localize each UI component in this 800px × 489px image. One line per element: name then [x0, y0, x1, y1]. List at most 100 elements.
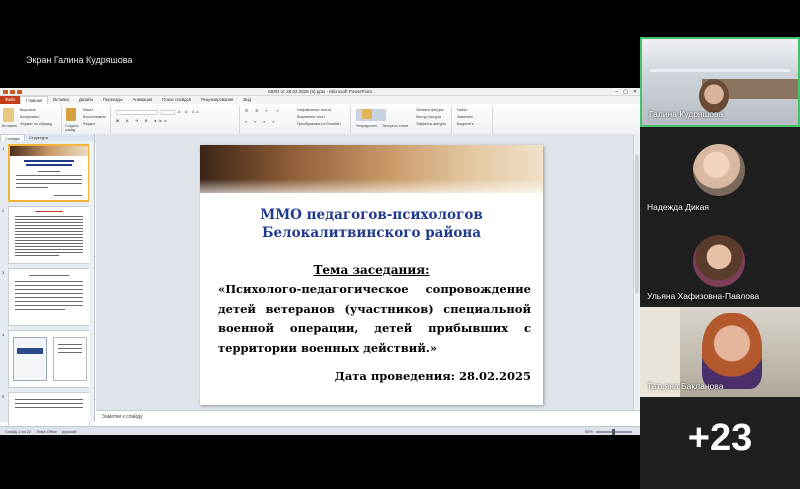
tab-animation[interactable]: Анимация: [128, 96, 158, 104]
slide-thumbnail-row[interactable]: 3: [0, 268, 95, 330]
minimize-icon[interactable]: ‒: [615, 89, 618, 95]
tab-transitions[interactable]: Переходы: [98, 96, 128, 104]
thumbnail-line: [15, 222, 83, 223]
language-indicator[interactable]: русский: [62, 429, 76, 434]
paste-button[interactable]: Вставить: [2, 124, 17, 128]
current-slide[interactable]: ММО педагогов-психологов Белокалитвинско…: [200, 145, 543, 405]
zoom-slider-knob[interactable]: [612, 428, 615, 435]
slide-topic-body[interactable]: «Психолого-педагогическое сопровождение …: [218, 280, 531, 358]
list-buttons[interactable]: ☰ ☰ ⇤ ⇥: [245, 109, 281, 113]
banner-fade: [200, 179, 543, 201]
participant-avatar: [693, 235, 745, 287]
more-participants-tile[interactable]: +23: [640, 397, 800, 489]
arrange-button[interactable]: Упорядочить: [356, 124, 377, 128]
cut-button[interactable]: Вырезать: [20, 108, 36, 112]
slide-thumbnail[interactable]: [8, 206, 90, 264]
paste-icon[interactable]: [3, 108, 14, 122]
thumbnail-line: [15, 219, 83, 220]
zoom-level[interactable]: 55%: [585, 429, 593, 434]
tab-file[interactable]: Файл: [0, 96, 21, 104]
participant-name: Галина Кудряшова: [649, 109, 724, 119]
slide-thumbnail-row[interactable]: 2: [0, 206, 95, 268]
arrange-icon[interactable]: [362, 109, 372, 119]
slide-thumbnail-row[interactable]: 4: [0, 330, 95, 392]
tab-slideshow[interactable]: Показ слайдов: [157, 96, 196, 104]
slide-number: 3: [2, 270, 5, 275]
maximize-icon[interactable]: ▢: [623, 89, 628, 95]
slide-thumbnail-row[interactable]: 1: [0, 144, 95, 206]
new-slide-icon[interactable]: [66, 108, 76, 121]
quick-styles-button[interactable]: Экспресс-стили: [382, 124, 408, 128]
font-name-box[interactable]: [116, 110, 158, 115]
thumbnail-line: [26, 164, 72, 166]
text-direction-button[interactable]: Направление текста: [297, 108, 331, 112]
slide-date[interactable]: Дата проведения: 28.02.2025: [335, 369, 531, 383]
tab-home[interactable]: Главная: [20, 96, 49, 104]
slide-topic-heading[interactable]: Тема заседания:: [200, 263, 543, 277]
tab-view[interactable]: Вид: [238, 96, 256, 104]
thumbnail-line: [29, 275, 69, 276]
close-icon[interactable]: ✕: [633, 89, 637, 95]
slides-pane-tabs: Слайды Структура: [0, 134, 94, 141]
select-button[interactable]: Выделить: [457, 122, 474, 126]
slide-thumbnail[interactable]: [8, 268, 90, 326]
thumbnail-line: [15, 281, 83, 282]
participant-video: [702, 313, 762, 389]
thumbnail-line: [15, 216, 83, 217]
format-painter-button[interactable]: Формат по образцу: [20, 122, 52, 126]
slide-number: 2: [2, 208, 5, 213]
thumbnail-line: [15, 234, 83, 235]
thumbnail-line: [58, 348, 82, 349]
tab-review[interactable]: Рецензирование: [196, 96, 238, 104]
align-buttons[interactable]: ≡ ≡ ≡ ≡: [245, 120, 277, 124]
vertical-scrollbar[interactable]: [633, 134, 640, 412]
slide-title[interactable]: ММО педагогов-психологов Белокалитвинско…: [200, 206, 543, 242]
slide-number: 4: [2, 332, 5, 337]
slide-thumbnail[interactable]: [8, 144, 90, 202]
thumbnail-line: [15, 399, 83, 400]
participant-name: Надежда Дикая: [647, 202, 709, 212]
tab-slides[interactable]: Слайды: [0, 134, 25, 141]
participant-tile[interactable]: Ульяна Хафизовна-Павлова: [640, 218, 800, 307]
thumbnail-line: [24, 160, 74, 162]
conference-screen: Экран Галина Кудряшова ММО от 28.02.2025…: [0, 0, 800, 489]
tab-design[interactable]: Дизайн: [74, 96, 98, 104]
shape-outline-button[interactable]: Контур фигуры: [416, 115, 441, 119]
notes-pane[interactable]: Заметки к слайду: [96, 410, 640, 422]
slides-pane-scrollbar[interactable]: [89, 141, 94, 422]
shape-effects-button[interactable]: Эффекты фигуры: [416, 122, 446, 126]
shape-fill-button[interactable]: Заливка фигуры: [416, 108, 443, 112]
slide-title-line: ММО педагогов-психологов: [260, 207, 483, 223]
font-size-box[interactable]: [161, 110, 175, 115]
thumbnail-line: [15, 246, 83, 247]
classroom-background: [642, 39, 798, 73]
thumbnail-line: [16, 187, 48, 188]
scrollbar-thumb[interactable]: [635, 154, 639, 294]
tab-insert[interactable]: Вставка: [48, 96, 74, 104]
participant-tile[interactable]: Надежда Дикая: [640, 127, 800, 218]
align-text-button[interactable]: Выровнять текст: [297, 115, 325, 119]
section-button[interactable]: Раздел: [83, 122, 95, 126]
layout-button[interactable]: Макет: [83, 108, 93, 112]
thumbnail-line: [58, 352, 82, 353]
tab-outline[interactable]: Структура: [25, 134, 52, 141]
zoom-slider[interactable]: [596, 428, 632, 435]
font-size-buttons[interactable]: A A Aa: [178, 110, 200, 114]
replace-button[interactable]: Заменить: [457, 115, 473, 119]
slide-thumbnail[interactable]: [8, 330, 90, 388]
reset-button[interactable]: Восстановить: [83, 115, 106, 119]
font-style-buttons[interactable]: Ж К Ч S abc: [116, 119, 170, 123]
participant-tile[interactable]: Галина Кудряшова: [640, 37, 800, 127]
thumbnail-line: [38, 171, 60, 172]
thumbnail-line: [16, 179, 82, 180]
participant-tile[interactable]: Татьяна Бакланова: [640, 307, 800, 397]
find-button[interactable]: Найти: [457, 108, 467, 112]
slide-number: 5: [2, 394, 5, 399]
zoom-control[interactable]: 55%: [580, 428, 632, 435]
new-slide-button[interactable]: Создать слайд: [65, 124, 79, 132]
smartart-button[interactable]: Преобразовать в SmartArt: [297, 122, 341, 126]
copy-button[interactable]: Копировать: [20, 115, 39, 119]
slide-number: 1: [2, 146, 5, 151]
more-participants-count[interactable]: +23: [640, 417, 800, 460]
thumbnail-line: [15, 237, 83, 238]
